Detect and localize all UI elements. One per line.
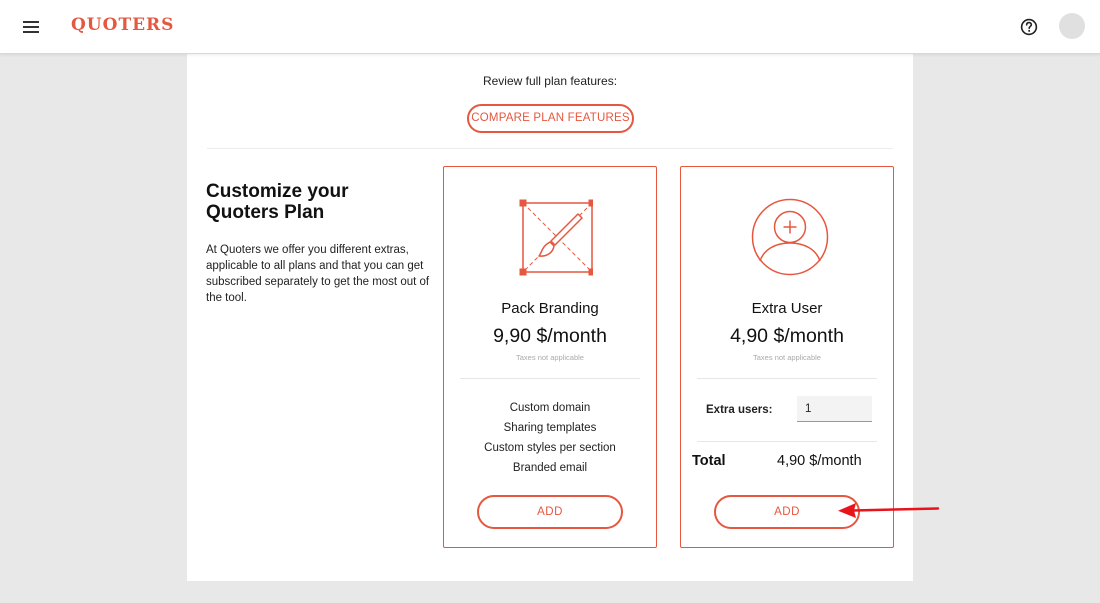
tax-note: Taxes not applicable xyxy=(753,353,821,362)
feature-item: Custom domain xyxy=(509,402,591,414)
app-logo[interactable]: QUOTERS xyxy=(71,15,174,35)
feature-list: Custom domain Sharing templates Custom s… xyxy=(444,398,656,478)
compare-plan-features-button[interactable]: COMPARE PLAN FEATURES xyxy=(467,104,634,133)
card-divider xyxy=(697,378,877,379)
card-divider xyxy=(697,441,877,442)
plan-name: Pack Branding xyxy=(501,300,599,317)
section-description: At Quoters we offer you different extras… xyxy=(206,244,430,304)
main-panel: Review full plan features: COMPARE PLAN … xyxy=(187,54,913,581)
feature-item: Branded email xyxy=(512,462,588,474)
tax-note: Taxes not applicable xyxy=(516,353,584,362)
plan-price: 4,90 $/month xyxy=(730,325,844,347)
user-avatar[interactable] xyxy=(1059,13,1085,39)
total-value: 4,90 $/month xyxy=(777,453,862,469)
hamburger-menu-icon[interactable] xyxy=(20,17,42,37)
help-circle-icon[interactable] xyxy=(1020,18,1038,36)
extra-users-label: Extra users: xyxy=(706,404,773,416)
annotation-arrow-icon xyxy=(838,503,940,518)
top-bar: QUOTERS xyxy=(0,0,1100,54)
add-user-icon xyxy=(751,198,829,276)
plan-name: Extra User xyxy=(751,300,823,317)
total-label: Total xyxy=(692,453,726,469)
plan-price: 9,90 $/month xyxy=(493,325,607,347)
feature-item: Sharing templates xyxy=(503,422,597,434)
plan-card-pack-branding: Pack Branding 9,90 $/month Taxes not app… xyxy=(443,166,657,548)
divider xyxy=(207,148,893,149)
plan-card-extra-user: Extra User 4,90 $/month Taxes not applic… xyxy=(680,166,894,548)
feature-item: Custom styles per section xyxy=(484,442,616,454)
extra-users-input[interactable] xyxy=(797,396,872,422)
card-divider xyxy=(460,378,640,379)
brush-frame-icon xyxy=(519,199,593,276)
review-features-text: Review full plan features: xyxy=(482,74,618,88)
add-pack-branding-button[interactable]: ADD xyxy=(477,495,623,529)
section-title: Customize your Quoters Plan xyxy=(206,181,349,223)
